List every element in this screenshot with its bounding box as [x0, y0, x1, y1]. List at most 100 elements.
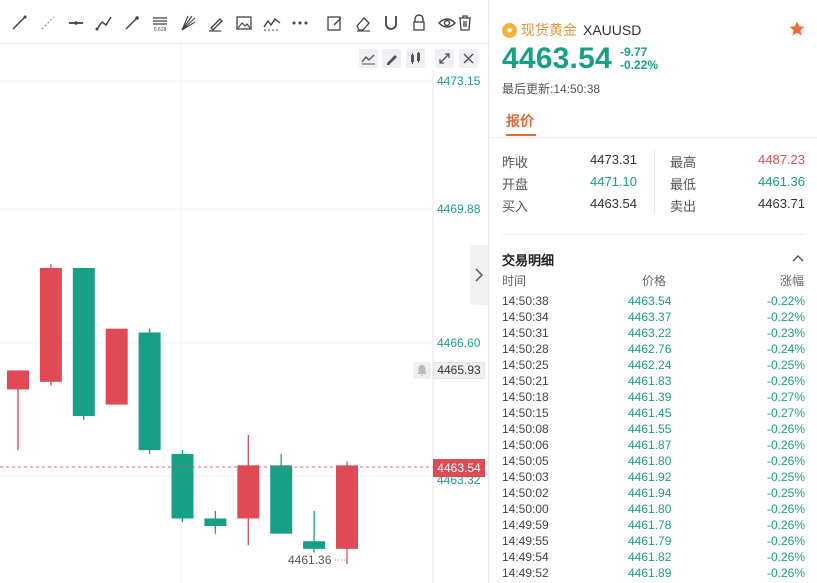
fan-icon[interactable] — [178, 13, 198, 33]
trade-price: 4462.76 — [628, 342, 672, 356]
active-tab-indicator — [506, 134, 536, 136]
price-change: -9.77 -0.22% — [620, 46, 658, 72]
pencil-icon[interactable] — [382, 49, 401, 68]
gold-coin-icon: ● — [502, 22, 517, 38]
candle-body — [237, 465, 260, 519]
drawing-toolbar: 0.618 — [0, 0, 488, 44]
candle-type-icon[interactable] — [406, 49, 425, 68]
collapse-panel-button[interactable] — [470, 245, 488, 305]
trade-change: -0.26% — [766, 454, 805, 468]
trade-time: 14:50:38 — [502, 294, 549, 308]
ask-value: 4463.71 — [758, 196, 805, 211]
trade-row: 14:50:05 4461.80 -0.26% — [489, 454, 817, 470]
instrument-title: ● 现货黄金 XAUUSD — [502, 20, 641, 40]
trade-change: -0.26% — [766, 502, 805, 516]
high-label: 最高 — [670, 155, 697, 170]
chevron-right-icon — [475, 268, 484, 282]
trade-time: 14:50:18 — [502, 390, 549, 404]
candle-body — [270, 465, 293, 534]
pattern-icon[interactable] — [262, 13, 282, 33]
stats-divider — [654, 150, 655, 214]
trade-change: -0.26% — [766, 518, 805, 532]
more-tools-icon[interactable] — [290, 13, 310, 33]
expand-icon[interactable] — [435, 49, 454, 68]
trade-price: 4461.82 — [628, 550, 672, 564]
svg-text:0.618: 0.618 — [154, 27, 167, 33]
magnet-icon[interactable] — [381, 13, 401, 33]
col-header-time: 时间 — [502, 274, 527, 288]
candlestick-chart[interactable] — [0, 0, 488, 583]
ray-icon[interactable] — [38, 13, 58, 33]
trade-change: -0.27% — [766, 406, 805, 420]
trade-time: 14:49:54 — [502, 550, 549, 564]
trade-change: -0.27% — [766, 390, 805, 404]
trade-row: 14:50:25 4462.24 -0.25% — [489, 358, 817, 374]
trade-change: -0.26% — [766, 566, 805, 580]
favorite-star-icon[interactable] — [788, 20, 806, 38]
trade-change: -0.22% — [766, 310, 805, 324]
edit-note-icon[interactable] — [325, 13, 345, 33]
trade-row: 14:50:34 4463.37 -0.22% — [489, 310, 817, 326]
trash-icon[interactable] — [455, 13, 475, 33]
candle-body — [171, 453, 194, 519]
current-price-tag: 4463.54 — [433, 459, 485, 477]
indicator-icon[interactable] — [359, 49, 378, 68]
update-time: 14:50:38 — [553, 82, 601, 96]
open-value: 4471.10 — [590, 174, 637, 189]
trade-change: -0.25% — [766, 486, 805, 500]
ask-label: 卖出 — [670, 199, 697, 214]
trade-time: 14:50:03 — [502, 470, 549, 484]
eye-icon[interactable] — [437, 13, 457, 33]
trade-price: 4461.94 — [628, 486, 672, 500]
close-icon[interactable] — [459, 49, 478, 68]
trade-row: 14:50:02 4461.94 -0.25% — [489, 486, 817, 502]
trade-price: 4461.39 — [628, 390, 672, 404]
trade-price: 4461.55 — [628, 422, 672, 436]
trade-row: 14:49:59 4461.78 -0.26% — [489, 518, 817, 534]
lock-icon[interactable] — [409, 13, 429, 33]
arrow-tool-icon[interactable] — [122, 13, 142, 33]
tab-quote[interactable]: 报价 — [506, 111, 534, 131]
col-header-price: 价格 — [642, 274, 667, 288]
open-label: 开盘 — [502, 177, 529, 192]
col-header-change: 涨幅 — [779, 274, 804, 288]
trade-time: 14:50:05 — [502, 454, 549, 468]
horizontal-line-icon[interactable] — [66, 13, 86, 33]
trade-row: 14:50:21 4461.83 -0.26% — [489, 374, 817, 390]
trade-change: -0.26% — [766, 550, 805, 564]
chart-pane[interactable]: 0.618 4473.15 4469.88 4466.60 4463.32 44… — [0, 0, 488, 583]
high-value: 4487.23 — [758, 152, 805, 167]
instrument-symbol: XAUUSD — [583, 22, 642, 38]
trade-row: 14:50:18 4461.39 -0.27% — [489, 390, 817, 406]
trade-row: 14:50:28 4462.76 -0.24% — [489, 342, 817, 358]
trend-line-icon[interactable] — [9, 13, 29, 33]
image-icon[interactable] — [234, 13, 254, 33]
trade-change: -0.26% — [766, 422, 805, 436]
candle-body — [204, 518, 227, 527]
low-label: 最低 — [670, 177, 697, 192]
low-price-label: 4461.36 — [288, 553, 332, 567]
brush-icon[interactable] — [206, 13, 226, 33]
polyline-icon[interactable] — [94, 13, 114, 33]
change-percent: -0.22% — [620, 58, 659, 72]
trade-row: 14:50:06 4461.87 -0.26% — [489, 438, 817, 454]
trade-price: 4463.22 — [628, 326, 672, 340]
trade-time: 14:50:34 — [502, 310, 549, 324]
trade-row: 14:50:15 4461.45 -0.27% — [489, 406, 817, 422]
eraser-icon[interactable] — [353, 13, 373, 33]
candle-body — [138, 332, 161, 451]
trade-time: 14:50:02 — [502, 486, 549, 500]
low-value: 4461.36 — [758, 174, 805, 189]
trade-row: 14:50:03 4461.92 -0.25% — [489, 470, 817, 486]
alert-bell-icon[interactable] — [413, 362, 431, 379]
fibonacci-icon[interactable]: 0.618 — [150, 13, 170, 33]
trade-time: 14:49:52 — [502, 566, 549, 580]
tab-divider — [489, 137, 817, 138]
chevron-up-icon — [792, 254, 804, 262]
trade-price: 4461.92 — [628, 470, 672, 484]
collapse-trades-button[interactable] — [791, 251, 805, 263]
trade-price: 4461.78 — [628, 518, 672, 532]
trade-price: 4463.54 — [628, 294, 672, 308]
trade-price: 4461.45 — [628, 406, 672, 420]
candle-body — [105, 328, 128, 405]
